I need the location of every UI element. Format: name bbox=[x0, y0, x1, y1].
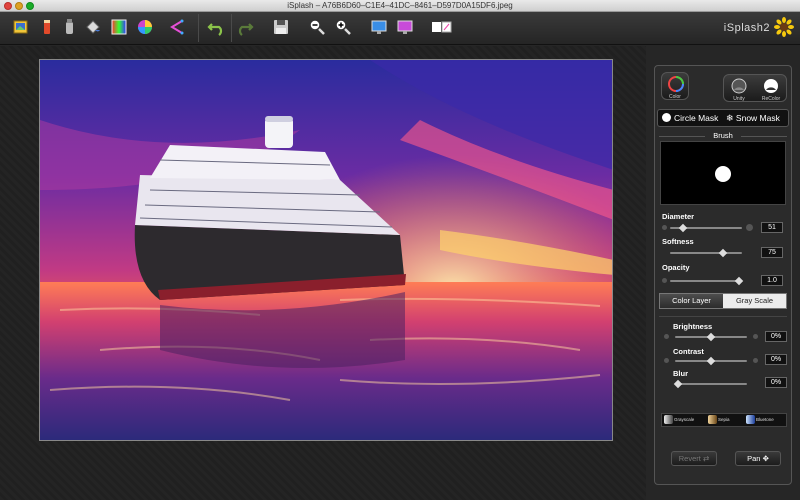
open-image-icon[interactable] bbox=[10, 16, 32, 38]
tab-gray-scale[interactable]: Gray Scale bbox=[723, 294, 786, 308]
edited-photo[interactable] bbox=[39, 59, 613, 441]
softness-slider-knob[interactable] bbox=[718, 248, 727, 258]
blur-value[interactable]: 0% bbox=[765, 377, 787, 388]
brush-title: Brush bbox=[705, 131, 741, 140]
blur-slider[interactable] bbox=[673, 379, 747, 389]
diameter-slider[interactable] bbox=[670, 223, 742, 233]
grayscale-swatch-icon bbox=[664, 415, 673, 425]
contrast-slider[interactable] bbox=[675, 356, 747, 366]
fill-icon[interactable] bbox=[82, 16, 104, 38]
blur-slider-knob[interactable] bbox=[673, 379, 683, 389]
circle-mask-option[interactable]: Circle Mask bbox=[662, 113, 718, 123]
mode-group: Unity ReColor bbox=[723, 74, 787, 102]
brightness-slider[interactable] bbox=[675, 332, 747, 342]
revert-button[interactable]: Revert ⇄ bbox=[671, 451, 717, 466]
snowflake-icon: ❄ bbox=[726, 113, 734, 123]
preset-grayscale[interactable]: Grayscale bbox=[664, 415, 694, 425]
softness-label: Softness bbox=[662, 237, 694, 246]
snow-mask-option[interactable]: ❄ Snow Mask bbox=[726, 113, 780, 124]
brightness-label: Brightness bbox=[673, 322, 713, 331]
diameter-value[interactable]: 51 bbox=[761, 222, 783, 233]
zoom-out-icon[interactable] bbox=[306, 16, 328, 38]
circle-mask-label: Circle Mask bbox=[674, 113, 719, 123]
compare-icon[interactable] bbox=[430, 16, 452, 38]
diameter-label: Diameter bbox=[662, 212, 695, 221]
share-icon[interactable] bbox=[166, 16, 188, 38]
bluetone-swatch-icon bbox=[746, 415, 755, 425]
title-bar: iSplash – A76B6D60–C1E4–41DC–8461–D597D0… bbox=[0, 0, 800, 12]
brightness-value[interactable]: 0% bbox=[765, 331, 787, 342]
preset-bluetone-label: Bluetone bbox=[756, 417, 774, 422]
display-icon[interactable] bbox=[368, 16, 390, 38]
redo-icon[interactable] bbox=[233, 16, 255, 38]
mask-selector: Circle Mask ❄ Snow Mask bbox=[657, 109, 789, 127]
contrast-label: Contrast bbox=[673, 347, 704, 356]
preset-grayscale-label: Grayscale bbox=[674, 417, 695, 422]
toolbar: iSplash2 bbox=[0, 12, 800, 45]
preset-bar: Grayscale Sepia Bluetone bbox=[661, 413, 787, 427]
brightness-slider-knob[interactable] bbox=[706, 332, 716, 342]
unity-label: Unity bbox=[733, 96, 745, 102]
brush-shape bbox=[715, 166, 731, 182]
sunflower-logo-icon bbox=[774, 17, 794, 37]
sepia-swatch-icon bbox=[708, 415, 717, 425]
opacity-value[interactable]: 1.0 bbox=[761, 275, 783, 286]
blur-label: Blur bbox=[673, 369, 688, 378]
opacity-slider-knob[interactable] bbox=[734, 276, 744, 286]
unity-icon[interactable] bbox=[730, 77, 748, 95]
move-icon: ✥ bbox=[762, 454, 769, 463]
layer-tabs: Color Layer Gray Scale bbox=[659, 293, 787, 309]
circle-icon bbox=[662, 113, 671, 122]
revert-icon: ⇄ bbox=[702, 454, 710, 463]
diameter-slider-knob[interactable] bbox=[678, 223, 688, 233]
pan-label: Pan bbox=[747, 454, 761, 463]
softness-value[interactable]: 75 bbox=[761, 247, 783, 258]
tools-panel: Color Unity ReColor Circle Mask ❄ Snow M… bbox=[654, 65, 792, 485]
opacity-slider[interactable] bbox=[670, 276, 744, 286]
paint-tube-icon[interactable] bbox=[58, 16, 80, 38]
brand-name: iSplash2 bbox=[723, 22, 770, 34]
preset-sepia-label: Sepia bbox=[718, 417, 730, 422]
contrast-slider-knob[interactable] bbox=[706, 356, 716, 366]
app-window: iSplash – A76B6D60–C1E4–41DC–8461–D597D0… bbox=[0, 0, 800, 500]
paint-bucket-icon[interactable] bbox=[36, 16, 58, 38]
softness-slider[interactable] bbox=[670, 248, 742, 258]
brush-preview bbox=[660, 141, 786, 205]
snow-mask-label: Snow Mask bbox=[735, 113, 780, 123]
color-wheel-icon[interactable] bbox=[134, 16, 156, 38]
undo-icon[interactable] bbox=[206, 16, 228, 38]
color-grid-icon[interactable] bbox=[108, 16, 130, 38]
save-icon[interactable] bbox=[270, 16, 292, 38]
pan-button[interactable]: Pan ✥ bbox=[735, 451, 781, 466]
tab-color-layer[interactable]: Color Layer bbox=[660, 294, 723, 308]
preset-sepia[interactable]: Sepia bbox=[708, 415, 730, 425]
color-label: Color bbox=[669, 94, 681, 100]
recolor-icon[interactable] bbox=[762, 77, 780, 95]
revert-label: Revert bbox=[678, 454, 701, 463]
recolor-label: ReColor bbox=[761, 96, 781, 102]
canvas-area[interactable] bbox=[0, 46, 646, 500]
fullscreen-icon[interactable] bbox=[394, 16, 416, 38]
zoom-in-icon[interactable] bbox=[332, 16, 354, 38]
contrast-value[interactable]: 0% bbox=[765, 354, 787, 365]
window-title: iSplash – A76B6D60–C1E4–41DC–8461–D597D0… bbox=[287, 1, 513, 10]
opacity-label: Opacity bbox=[662, 263, 690, 272]
preset-bluetone[interactable]: Bluetone bbox=[746, 415, 774, 425]
